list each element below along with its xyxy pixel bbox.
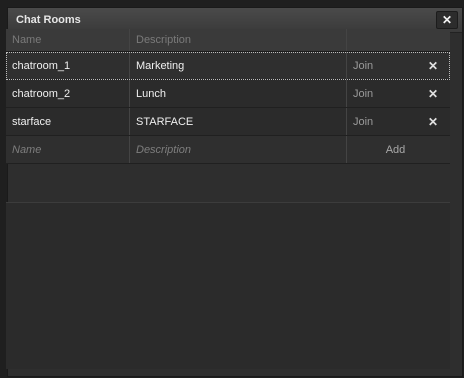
chat-rooms-table: Name Description chatroom_1 Marketing Jo…: [6, 29, 450, 164]
table-row[interactable]: starface STARFACE Join ✕: [6, 108, 450, 136]
new-room-description-cell: [130, 136, 347, 163]
row-actions: Join ✕: [347, 80, 450, 107]
new-room-row: Add: [6, 136, 450, 164]
new-room-actions: Add: [347, 136, 450, 163]
remove-icon[interactable]: ✕: [428, 59, 438, 73]
table-row[interactable]: chatroom_1 Marketing Join ✕: [6, 52, 450, 80]
remove-icon[interactable]: ✕: [428, 115, 438, 129]
row-actions: Join ✕: [347, 108, 450, 135]
join-button[interactable]: Join: [353, 116, 373, 128]
new-room-name-input[interactable]: [12, 143, 123, 156]
column-header-description[interactable]: Description: [130, 29, 347, 51]
column-header-actions: [347, 29, 450, 51]
column-header-name[interactable]: Name: [6, 29, 130, 51]
room-name: chatroom_2: [6, 80, 130, 107]
room-description: Marketing: [130, 52, 347, 79]
room-description: STARFACE: [130, 108, 347, 135]
room-name: starface: [6, 108, 130, 135]
room-description: Lunch: [130, 80, 347, 107]
close-icon[interactable]: ✕: [436, 11, 458, 29]
add-button[interactable]: Add: [353, 144, 438, 156]
table-row[interactable]: chatroom_2 Lunch Join ✕: [6, 80, 450, 108]
new-room-name-cell: [6, 136, 130, 163]
row-actions: Join ✕: [347, 52, 450, 79]
table-header: Name Description: [6, 29, 450, 52]
window-title: Chat Rooms: [16, 14, 81, 26]
join-button[interactable]: Join: [353, 88, 373, 100]
new-room-description-input[interactable]: [136, 143, 340, 156]
join-button[interactable]: Join: [353, 60, 373, 72]
remove-icon[interactable]: ✕: [428, 87, 438, 101]
empty-list-area: [6, 202, 450, 369]
room-name: chatroom_1: [6, 52, 130, 79]
